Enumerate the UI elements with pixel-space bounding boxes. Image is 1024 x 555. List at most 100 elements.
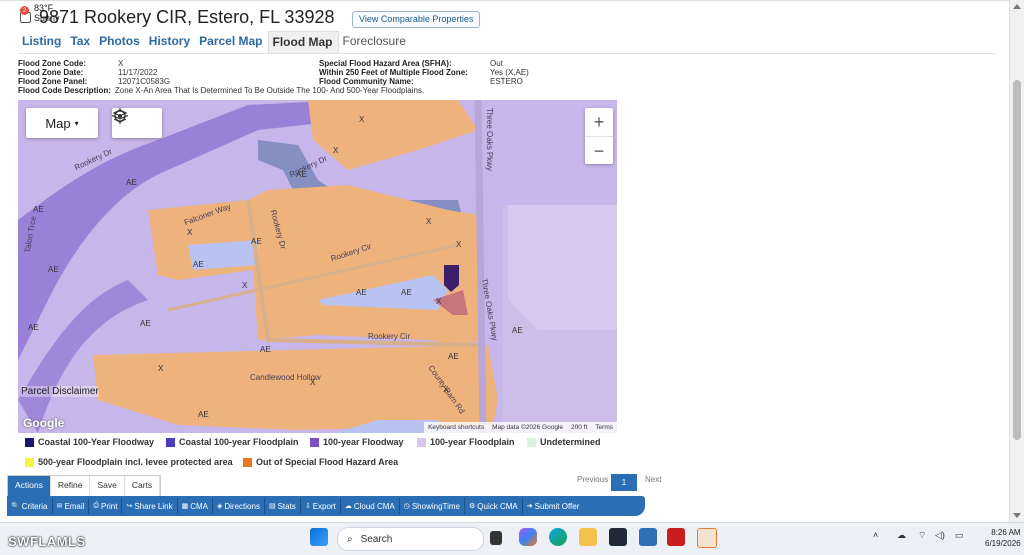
tab-flood-map[interactable]: Flood Map [267,31,339,53]
app-icon[interactable] [639,528,657,546]
flood-map[interactable]: Map ▾ + − Rookery Dr Falconer Way Rookery… [18,100,617,433]
zone-label-x: X [426,217,432,226]
directions-label: Directions [224,501,260,511]
locate-icon[interactable] [112,108,128,124]
task-view-icon[interactable] [490,531,502,545]
showingtime-button[interactable]: ◷ ShowingTime [400,498,465,514]
within-250-value: Yes (X,AE) [490,68,529,77]
wifi-icon[interactable]: ⌔ [918,530,926,541]
zone-code-value: X [118,59,124,68]
map-type-button[interactable]: Map ▾ [26,108,98,138]
detail-tabs: Listing Tax Photos History Parcel Map Fl… [18,31,996,54]
tab-history[interactable]: History [145,31,195,53]
zone-code-label: Flood Zone Code: [18,59,86,68]
zone-label-ae: AE [260,345,271,354]
taskbar-search[interactable]: ⌕ Search [337,527,484,551]
share-link-button[interactable]: ↪ Share Link [122,498,178,514]
tab-photos[interactable]: Photos [95,31,145,53]
email-label: Email [64,501,85,511]
cloud-icon[interactable]: ☁ [897,530,906,541]
road-label: Rookery Cir [368,332,411,341]
app-icon[interactable] [697,528,717,548]
email-icon: ✉ [56,503,63,510]
directions-button[interactable]: ◈ Directions [213,498,265,514]
zone-label-ae: AE [193,260,204,269]
legend-label: 100-year Floodplain [430,437,515,447]
chevron-down-icon: ▾ [74,118,79,128]
next-page-link[interactable]: Next [645,475,661,484]
tab-save[interactable]: Save [90,476,125,497]
zone-date-label: Flood Zone Date: [18,68,84,77]
windows-taskbar [0,522,1024,555]
terms-link[interactable]: Terms [591,424,617,431]
zoom-in-button[interactable]: + [585,108,613,136]
tab-actions[interactable]: Actions [8,476,51,497]
share-icon: ↪ [126,503,133,510]
keyboard-shortcuts-link[interactable]: Keyboard shortcuts [424,424,488,431]
legend-label: Coastal 100-Year Floodway [38,437,155,447]
weather-desc: Sunny [34,13,60,23]
quick-cma-button[interactable]: ⚙ Quick CMA [465,498,523,514]
criteria-label: Criteria [21,501,48,511]
copilot-icon[interactable] [519,528,537,546]
tab-listing[interactable]: Listing [18,31,66,53]
previous-page-link[interactable]: Previous [577,475,608,484]
volume-icon[interactable]: ◁) [935,530,945,541]
print-button[interactable]: ⎙ Print [89,498,123,514]
tab-carts[interactable]: Carts [125,476,161,497]
cloud-cma-button[interactable]: ☁ Cloud CMA [341,498,400,514]
scroll-thumb[interactable] [1013,80,1021,440]
export-icon: ⇩ [304,503,311,510]
tab-foreclosure[interactable]: Foreclosure [339,31,411,53]
property-address: 9871 Rookery CIR, Estero, FL 33928 [39,6,335,27]
sfha-value: Out [490,59,503,68]
file-explorer-icon[interactable] [579,528,597,546]
parcel-disclaimer-link[interactable]: Parcel Disclaimer [21,386,99,397]
tray-chevron-icon[interactable]: ˄ [873,530,878,540]
submit-offer-button[interactable]: ➜ Submit Offer [523,498,584,514]
tab-parcel-map[interactable]: Parcel Map [195,31,267,53]
legend-swatch [417,437,426,447]
legend-swatch [527,437,536,447]
view-comparable-button[interactable]: View Comparable Properties [352,11,481,28]
criteria-button[interactable]: 🔍 Criteria [7,498,53,514]
quick-cma-label: Quick CMA [477,501,518,511]
action-toolbar: 🔍 Criteria ✉ Email ⎙ Print ↪ Share Link ▦ CMA… [7,496,645,516]
vertical-scrollbar[interactable] [1009,0,1024,522]
weather-temp: 83°F [34,3,54,13]
zone-label-ae: AE [28,323,39,332]
scale-text: 200 ft [571,424,588,431]
quick-cma-icon: ⚙ [469,503,476,510]
weather-widget[interactable]: 83°F Sunny [34,3,60,23]
showingtime-label: ShowingTime [411,501,460,511]
page-number-button[interactable]: 1 [611,474,637,491]
scroll-down-icon[interactable] [1013,513,1021,518]
windows-start-icon[interactable] [310,528,328,546]
submit-offer-label: Submit Offer [534,501,580,511]
zoom-out-button[interactable]: − [585,137,613,165]
email-button[interactable]: ✉ Email [53,498,90,514]
flood-info-right: Special Flood Hazard Area (SFHA): Out Wit… [319,59,529,86]
page-content: 9871 Rookery CIR, Estero, FL 33928 View … [0,0,1024,522]
road-label: Three Oaks Pkwy [485,107,495,172]
mcafee-icon[interactable] [667,528,685,546]
battery-icon[interactable]: ▭ [955,530,964,541]
legend-swatch [25,437,34,447]
tab-tax[interactable]: Tax [66,31,95,53]
map-data-text: Map data ©2026 Google [492,424,564,431]
edge-icon[interactable] [549,528,567,546]
system-clock[interactable]: 8:26 AM 6/19/2026 [985,527,1021,549]
cma-button[interactable]: ▦ CMA [178,498,213,514]
cloud-icon: ☁ [344,503,352,510]
zone-panel-value: 12071C0583G [118,77,171,86]
zone-label-ae: AE [198,410,209,419]
store-icon[interactable] [609,528,627,546]
zone-label-x: X [359,115,365,124]
tab-refine[interactable]: Refine [51,476,91,497]
directions-icon: ◈ [216,503,223,510]
stats-button[interactable]: ▤ Stats [265,498,301,514]
scroll-up-icon[interactable] [1013,4,1021,9]
export-button[interactable]: ⇩ Export [301,498,341,514]
code-desc-value: Zone X-An Area That Is Determined To Be … [114,86,425,95]
code-desc-label: Flood Code Description: [18,86,111,95]
